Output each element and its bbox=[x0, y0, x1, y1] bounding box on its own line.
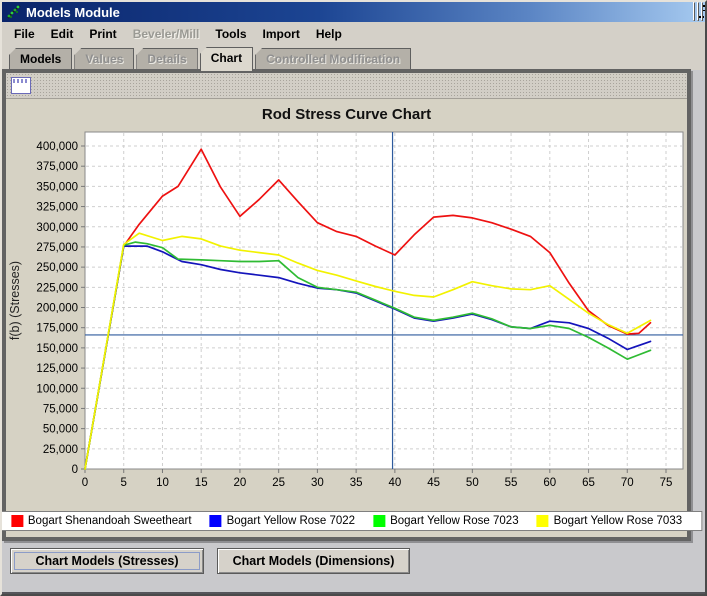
y-tick-label: 225,000 bbox=[36, 282, 78, 294]
tab-values[interactable]: Values bbox=[74, 48, 134, 70]
menu-bar: FileEditPrintBeveler/MillToolsImportHelp bbox=[2, 22, 705, 47]
y-tick-label: 150,000 bbox=[36, 343, 78, 355]
y-tick-label: 350,000 bbox=[36, 181, 78, 193]
legend-label: Bogart Yellow Rose 7023 bbox=[390, 515, 519, 527]
x-tick-label: 55 bbox=[505, 477, 518, 489]
legend-item-bogart-yellow-rose-7033: Bogart Yellow Rose 7033 bbox=[537, 515, 683, 527]
menu-item-print[interactable]: Print bbox=[81, 24, 124, 44]
x-tick-label: 50 bbox=[466, 477, 479, 489]
x-tick-label: 65 bbox=[582, 477, 595, 489]
legend-label: Bogart Yellow Rose 7033 bbox=[554, 515, 683, 527]
tab-controlled-modification[interactable]: Controlled Modification bbox=[255, 48, 411, 70]
minimize-button[interactable] bbox=[693, 2, 695, 21]
app-window: Models Module × FileEditPrintBeveler/Mil… bbox=[0, 0, 707, 596]
legend-swatch-icon bbox=[537, 515, 549, 527]
button-chart-models-dimensions[interactable]: Chart Models (Dimensions) bbox=[217, 548, 410, 574]
y-tick-label: 300,000 bbox=[36, 222, 78, 234]
window-title: Models Module bbox=[26, 5, 691, 20]
y-tick-label: 200,000 bbox=[36, 303, 78, 315]
x-tick-label: 0 bbox=[82, 477, 88, 489]
close-button[interactable]: × bbox=[701, 2, 703, 21]
x-tick-label: 5 bbox=[121, 477, 127, 489]
chart-legend: Bogart Shenandoah Sweetheart Bogart Yello… bbox=[0, 511, 702, 531]
y-tick-label: 250,000 bbox=[36, 262, 78, 274]
y-tick-label: 375,000 bbox=[36, 161, 78, 173]
button-chart-models-stresses[interactable]: Chart Models (Stresses) bbox=[10, 548, 204, 574]
button-row: Chart Models (Stresses) Chart Models (Dim… bbox=[2, 546, 705, 578]
legend-swatch-icon bbox=[210, 515, 222, 527]
x-tick-label: 15 bbox=[195, 477, 208, 489]
menu-item-edit[interactable]: Edit bbox=[43, 24, 82, 44]
plot-background bbox=[85, 132, 683, 469]
legend-label: Bogart Shenandoah Sweetheart bbox=[28, 515, 192, 527]
tab-models[interactable]: Models bbox=[9, 48, 72, 70]
legend-label: Bogart Yellow Rose 7022 bbox=[227, 515, 356, 527]
maximize-button[interactable] bbox=[697, 2, 699, 21]
legend-item-bogart-yellow-rose-7023: Bogart Yellow Rose 7023 bbox=[373, 515, 519, 527]
y-tick-label: 25,000 bbox=[43, 444, 78, 456]
menu-item-file[interactable]: File bbox=[6, 24, 43, 44]
x-tick-label: 45 bbox=[427, 477, 440, 489]
x-tick-label: 75 bbox=[660, 477, 673, 489]
y-tick-label: 0 bbox=[72, 464, 78, 476]
y-tick-label: 400,000 bbox=[36, 141, 78, 153]
x-tick-label: 40 bbox=[388, 477, 401, 489]
chart-window-icon[interactable] bbox=[11, 77, 31, 94]
legend-item-bogart-yellow-rose-7022: Bogart Yellow Rose 7022 bbox=[210, 515, 356, 527]
x-tick-label: 10 bbox=[156, 477, 169, 489]
x-tick-label: 25 bbox=[272, 477, 285, 489]
menu-item-beveler-mill[interactable]: Beveler/Mill bbox=[125, 24, 208, 44]
x-tick-label: 20 bbox=[234, 477, 247, 489]
x-tick-label: 70 bbox=[621, 477, 634, 489]
chart-content-frame: Rod Stress Curve Chart 0 25,000 50,000 75,0… bbox=[2, 69, 691, 541]
close-icon: × bbox=[702, 2, 707, 16]
y-tick-label: 100,000 bbox=[36, 383, 78, 395]
menu-item-tools[interactable]: Tools bbox=[207, 24, 254, 44]
x-tick-label: 60 bbox=[543, 477, 556, 489]
toolbar bbox=[6, 73, 687, 99]
tab-chart[interactable]: Chart bbox=[200, 47, 253, 71]
y-axis-title: f(b) (Stresses) bbox=[8, 261, 22, 340]
x-tick-label: 30 bbox=[311, 477, 324, 489]
chart-plot-area[interactable]: 0 25,000 50,000 75,000 100,000 125,000 150,000… bbox=[6, 123, 687, 495]
tab-details[interactable]: Details bbox=[136, 48, 197, 70]
y-tick-label: 125,000 bbox=[36, 363, 78, 375]
window-bottom-edge bbox=[2, 592, 705, 594]
legend-swatch-icon bbox=[373, 515, 385, 527]
app-icon bbox=[6, 4, 22, 20]
y-tick-label: 325,000 bbox=[36, 202, 78, 214]
y-tick-label: 75,000 bbox=[43, 403, 78, 415]
y-tick-label: 175,000 bbox=[36, 323, 78, 335]
window-controls: × bbox=[691, 3, 703, 21]
title-bar[interactable]: Models Module × bbox=[2, 2, 705, 22]
menu-item-import[interactable]: Import bbox=[255, 24, 308, 44]
tab-strip: ModelsValuesDetailsChartControlled Modif… bbox=[2, 47, 705, 70]
y-tick-label: 50,000 bbox=[43, 424, 78, 436]
chart-title: Rod Stress Curve Chart bbox=[6, 99, 687, 123]
x-tick-label: 35 bbox=[350, 477, 363, 489]
legend-item-bogart-shenandoah-sweetheart: Bogart Shenandoah Sweetheart bbox=[11, 515, 192, 527]
legend-swatch-icon bbox=[11, 515, 23, 527]
menu-item-help[interactable]: Help bbox=[308, 24, 350, 44]
y-tick-label: 275,000 bbox=[36, 242, 78, 254]
chart-panel: Rod Stress Curve Chart 0 25,000 50,000 75,0… bbox=[6, 99, 687, 536]
